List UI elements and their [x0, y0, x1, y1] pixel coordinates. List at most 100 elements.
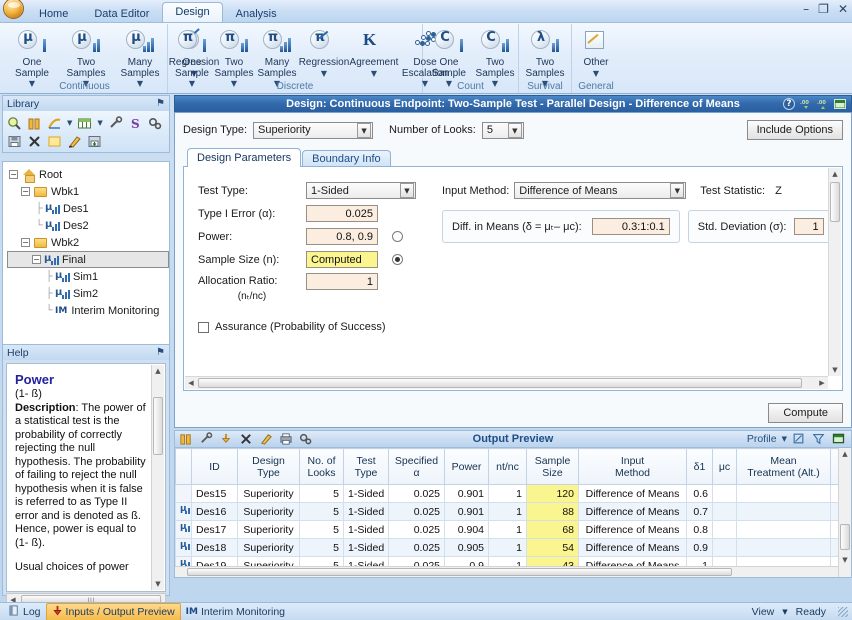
table-row[interactable]: Des15 Superiority 5 1-Sided 0.025 0.901 …: [175, 484, 851, 503]
sample-size-radio[interactable]: [392, 254, 403, 265]
col-header-test-type[interactable]: Test Type: [343, 448, 389, 485]
export-excel-icon[interactable]: [832, 432, 847, 447]
power-radio[interactable]: [392, 231, 403, 242]
grid-vertical-scrollbar[interactable]: ▲ ▼: [838, 448, 851, 577]
resize-grip-icon[interactable]: [838, 606, 848, 617]
tree-node-sim2[interactable]: ├ μ Sim2: [7, 285, 169, 302]
columns-icon[interactable]: [27, 116, 42, 131]
view-menu[interactable]: View: [752, 606, 775, 618]
library-tree[interactable]: − Root − Wbk1 ├ μ Des1 └ μ Des2 − Wbk2 −…: [2, 161, 170, 346]
std-deviation-input[interactable]: 1: [794, 218, 824, 235]
wrench-icon[interactable]: [199, 431, 214, 447]
chevron-down-icon[interactable]: ▼: [371, 69, 377, 77]
col-header-no-of-looks[interactable]: No. of Looks: [299, 448, 344, 485]
col-header-muc[interactable]: μc: [712, 448, 737, 485]
design-type-select[interactable]: Superiority ▼: [253, 121, 374, 139]
table-row[interactable]: μ Des16 Superiority 5 1-Sided 0.025 0.90…: [175, 502, 851, 521]
s-icon[interactable]: S: [128, 116, 143, 131]
design-pane-vertical-scrollbar[interactable]: ▲ ▼: [828, 168, 841, 376]
chevron-down-icon[interactable]: ▼: [593, 69, 599, 77]
scroll-left-icon[interactable]: ◀: [185, 379, 197, 387]
edit-icon[interactable]: [67, 134, 82, 149]
col-header-id[interactable]: ID: [191, 448, 238, 485]
ribbon-button-count-one-sample[interactable]: C One Sample ▼: [426, 26, 472, 88]
ribbon-button-other[interactable]: Other ▼: [575, 26, 617, 77]
print-icon[interactable]: [279, 432, 294, 447]
ribbon-button-count-two-samples[interactable]: C Two Samples ▼: [472, 26, 518, 88]
minimize-icon[interactable]: –: [803, 2, 809, 16]
chevron-down-icon[interactable]: ▼: [782, 435, 787, 443]
col-header-design-type[interactable]: Design Type: [237, 448, 300, 485]
ribbon-button-continuous-one-sample[interactable]: μ One Sample ▼: [5, 26, 59, 88]
table-icon[interactable]: [77, 116, 92, 131]
tree-node-des2[interactable]: └ μ Des2: [7, 217, 169, 234]
edit-profile-icon[interactable]: [792, 432, 807, 447]
power-input[interactable]: 0.8, 0.9: [306, 228, 378, 245]
close-icon[interactable]: ✕: [838, 2, 848, 16]
output-preview-grid[interactable]: ID Design Type No. of Looks Test Type Speci…: [174, 448, 852, 578]
wrench-icon[interactable]: [108, 115, 123, 131]
expander-icon[interactable]: −: [32, 255, 41, 264]
include-options-button[interactable]: Include Options: [746, 120, 843, 140]
status-tab-log[interactable]: Log: [4, 604, 46, 620]
chevron-down-icon[interactable]: ▼: [670, 183, 685, 198]
chevron-down-icon[interactable]: ▼: [357, 122, 372, 138]
tree-node-wbk2[interactable]: − Wbk2: [7, 234, 169, 251]
save-icon[interactable]: [7, 134, 22, 149]
scroll-thumb[interactable]: [198, 378, 802, 388]
scroll-up-icon[interactable]: ▲: [152, 365, 164, 377]
save-all-icon[interactable]: [87, 134, 102, 149]
expander-icon[interactable]: −: [21, 238, 30, 247]
chevron-down-icon[interactable]: ▼: [782, 608, 787, 616]
import-icon[interactable]: [219, 432, 234, 447]
scroll-thumb[interactable]: [830, 182, 840, 222]
grid-horizontal-scrollbar[interactable]: [175, 566, 838, 577]
ribbon-tab-data-editor[interactable]: Data Editor: [81, 4, 162, 22]
diff-in-means-input[interactable]: 0.3:1:0.1: [591, 218, 670, 235]
ribbon-button-continuous-many-samples[interactable]: μ Many Samples ▼: [113, 26, 167, 88]
col-header-mean-treatment-alt[interactable]: Mean Treatment (Alt.): [736, 448, 831, 485]
scroll-thumb[interactable]: [840, 524, 850, 550]
scroll-down-icon[interactable]: ▼: [152, 578, 164, 590]
zoom-icon[interactable]: [7, 116, 22, 131]
status-tab-inputs-output-preview[interactable]: Inputs / Output Preview: [45, 602, 181, 620]
col-header-specified-alpha[interactable]: Specified α: [388, 448, 445, 485]
pin-icon[interactable]: ⚑: [156, 98, 165, 109]
ribbon-tab-design[interactable]: Design: [162, 2, 223, 22]
ribbon-button-discrete-two-samples[interactable]: π Two Samples ▼: [213, 26, 255, 88]
help-vertical-scrollbar[interactable]: ▲ ▼: [151, 365, 164, 590]
tree-node-sim1[interactable]: ├ μ Sim1: [7, 268, 169, 285]
tree-node-root[interactable]: − Root: [7, 166, 169, 183]
application-menu-orb[interactable]: [0, 0, 26, 22]
scroll-down-icon[interactable]: ▼: [829, 364, 841, 376]
scroll-up-icon[interactable]: ▲: [829, 168, 841, 180]
tree-node-interim-monitoring[interactable]: └ IM Interim Monitoring: [7, 302, 169, 319]
note-icon[interactable]: [47, 134, 62, 149]
restore-icon[interactable]: ❐: [818, 2, 829, 16]
sample-size-input[interactable]: Computed: [306, 251, 378, 268]
expander-icon[interactable]: −: [9, 170, 18, 179]
tree-node-final[interactable]: − μ Final: [7, 251, 169, 268]
col-header-input-method[interactable]: Input Method: [578, 448, 687, 485]
col-header-delta1[interactable]: δ1: [686, 448, 713, 485]
ribbon-button-continuous-two-samples[interactable]: μ Two Samples ▼: [59, 26, 113, 88]
table-row[interactable]: μ Des18 Superiority 5 1-Sided 0.025 0.90…: [175, 538, 851, 557]
compute-button[interactable]: Compute: [768, 403, 843, 423]
scroll-thumb[interactable]: [187, 568, 732, 576]
chevron-down-icon[interactable]: ▼: [507, 122, 522, 138]
scroll-right-icon[interactable]: ▶: [816, 379, 828, 387]
ribbon-tab-home[interactable]: Home: [26, 4, 81, 22]
decrease-decimal-icon[interactable]: .00: [800, 98, 812, 110]
profile-label[interactable]: Profile: [747, 433, 777, 445]
allocation-ratio-input[interactable]: 1: [306, 272, 378, 290]
table-dropdown-caret[interactable]: ▼: [97, 116, 102, 131]
export-icon[interactable]: [834, 98, 846, 110]
scroll-up-icon[interactable]: ▲: [839, 448, 851, 460]
ribbon-button-agreement[interactable]: K Agreement ▼: [349, 26, 399, 77]
ribbon-button-discrete-many-samples[interactable]: π Many Samples ▼: [255, 26, 299, 88]
status-tab-interim-monitoring[interactable]: IM Interim Monitoring: [181, 605, 290, 619]
scroll-thumb[interactable]: [153, 397, 163, 455]
tab-design-parameters[interactable]: Design Parameters: [187, 148, 302, 167]
expander-icon[interactable]: −: [21, 187, 30, 196]
edit-icon[interactable]: [259, 432, 274, 447]
